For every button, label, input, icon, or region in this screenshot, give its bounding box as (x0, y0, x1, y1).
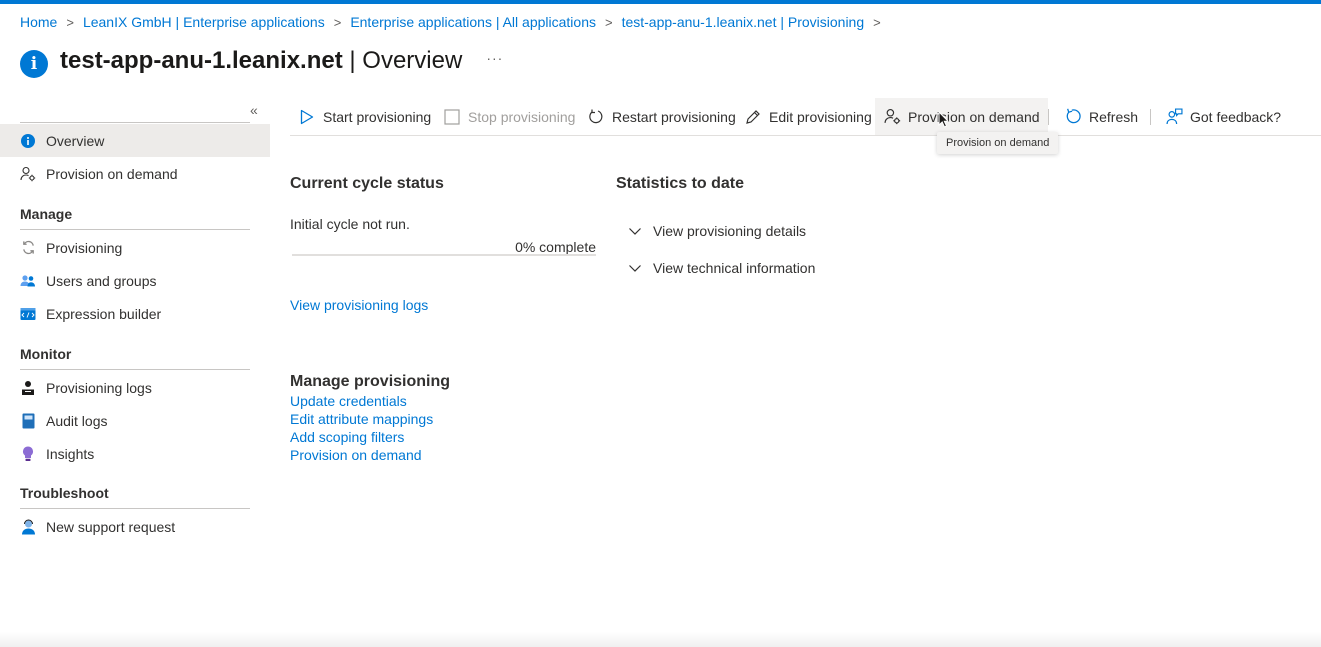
sidebar-item-audit-logs[interactable]: Audit logs (0, 404, 270, 437)
restart-provisioning-label: Restart provisioning (612, 108, 736, 125)
chevron-right-icon: > (604, 14, 613, 30)
feedback-button[interactable]: Got feedback? (1157, 98, 1289, 135)
sidebar-item-label: Insights (46, 445, 95, 462)
sidebar-group-manage: Manage (20, 206, 73, 222)
progress-percent-label: 0% complete (515, 239, 596, 255)
chevron-right-icon: > (873, 14, 881, 30)
view-technical-information-expander[interactable]: View technical information (628, 260, 815, 276)
stop-provisioning-button[interactable]: Stop provisioning (435, 98, 583, 135)
breadcrumb-provisioning[interactable]: test-app-anu-1.leanix.net | Provisioning (622, 14, 865, 30)
divider (20, 508, 250, 509)
view-provisioning-details-label: View provisioning details (653, 223, 807, 239)
sidebar-item-label: New support request (46, 518, 176, 535)
sidebar-item-new-support-request[interactable]: New support request (0, 510, 270, 543)
breadcrumb: Home > LeanIX GmbH | Enterprise applicat… (20, 14, 890, 30)
sidebar-item-label: Audit logs (46, 412, 108, 429)
book-icon (20, 413, 36, 429)
provision-on-demand-link[interactable]: Provision on demand (290, 447, 422, 463)
bottom-edge (0, 632, 1321, 647)
collapse-sidebar-icon[interactable]: « (250, 102, 258, 118)
edit-provisioning-button[interactable]: Edit provisioning (736, 98, 880, 135)
chevron-down-icon (629, 265, 641, 272)
chevron-right-icon: > (333, 14, 342, 30)
sidebar-item-users-and-groups[interactable]: Users and groups (0, 264, 270, 297)
restart-provisioning-button[interactable]: Restart provisioning (579, 98, 744, 135)
breadcrumb-home[interactable]: Home (20, 14, 57, 30)
refresh-icon (1064, 108, 1082, 126)
play-icon (298, 108, 316, 126)
sidebar-item-insights[interactable]: Insights (0, 437, 270, 470)
sidebar-item-expression-builder[interactable]: Expression builder (0, 297, 270, 330)
lightbulb-icon (20, 446, 36, 462)
add-scoping-filters-link[interactable]: Add scoping filters (290, 429, 404, 445)
feedback-label: Got feedback? (1190, 108, 1282, 125)
sidebar-item-label: Expression builder (46, 305, 162, 322)
view-provisioning-details-expander[interactable]: View provisioning details (628, 223, 806, 239)
restart-icon (587, 108, 605, 126)
person-gear-icon (20, 166, 36, 182)
page-header: i test-app-anu-1.leanix.net | Overview ·… (20, 44, 503, 78)
chevron-right-icon: > (66, 14, 74, 30)
toolbar-separator (1048, 109, 1049, 125)
edit-provisioning-label: Edit provisioning (769, 108, 872, 125)
person-gear-icon (883, 108, 901, 126)
sidebar-item-label: Users and groups (46, 272, 157, 289)
info-icon (20, 133, 36, 149)
breadcrumb-enterprise-apps-tenant[interactable]: LeanIX GmbH | Enterprise applications (83, 14, 325, 30)
sync-icon (20, 240, 36, 256)
chevron-down-icon (629, 228, 641, 235)
sidebar-group-monitor: Monitor (20, 346, 72, 362)
feedback-person-icon (1165, 108, 1183, 126)
provision-on-demand-label: Provision on demand (908, 108, 1040, 125)
command-bar: Start provisioning Stop provisioning Res… (290, 98, 1321, 136)
more-options-button[interactable]: ··· (486, 50, 503, 66)
sidebar-item-provisioning-logs[interactable]: Provisioning logs (0, 371, 270, 404)
sidebar-item-overview[interactable]: Overview (0, 124, 270, 157)
sidebar-item-label: Provision on demand (46, 165, 178, 182)
mouse-cursor-icon (938, 111, 950, 128)
page-title-app: test-app-anu-1.leanix.net (60, 47, 343, 74)
page-title-section: | Overview (342, 47, 463, 74)
statistics-to-date-heading: Statistics to date (616, 175, 745, 192)
provision-on-demand-button[interactable]: Provision on demand (875, 98, 1048, 135)
edit-attribute-mappings-link[interactable]: Edit attribute mappings (290, 411, 433, 427)
start-provisioning-label: Start provisioning (323, 108, 432, 125)
divider (20, 369, 250, 370)
info-icon: i (20, 50, 48, 78)
refresh-button[interactable]: Refresh (1056, 98, 1146, 135)
progress-bar (292, 254, 596, 256)
stop-provisioning-label: Stop provisioning (468, 108, 576, 125)
sidebar-item-label: Provisioning logs (46, 379, 152, 396)
code-icon (20, 306, 36, 322)
toolbar-separator (1150, 109, 1151, 125)
start-provisioning-button[interactable]: Start provisioning (290, 98, 439, 135)
stop-icon (443, 108, 461, 126)
sidebar-item-provision-on-demand[interactable]: Provision on demand (0, 157, 270, 190)
page-title: test-app-anu-1.leanix.net | Overview (60, 47, 462, 75)
divider (20, 229, 250, 230)
users-icon (20, 273, 36, 289)
sidebar-group-troubleshoot: Troubleshoot (20, 485, 109, 501)
view-technical-information-label: View technical information (653, 260, 816, 276)
refresh-label: Refresh (1089, 108, 1139, 125)
breadcrumb-all-applications[interactable]: Enterprise applications | All applicatio… (350, 14, 596, 30)
top-accent-bar (0, 0, 1321, 4)
view-provisioning-logs-link[interactable]: View provisioning logs (290, 297, 428, 313)
sidebar-item-provisioning[interactable]: Provisioning (0, 231, 270, 264)
divider (20, 122, 250, 123)
tooltip: Provision on demand (937, 132, 1059, 154)
person-log-icon (20, 380, 36, 396)
update-credentials-link[interactable]: Update credentials (290, 393, 407, 409)
manage-provisioning-heading: Manage provisioning (290, 373, 451, 390)
sidebar-item-label: Provisioning (46, 239, 123, 256)
sidebar-item-label: Overview (46, 132, 105, 149)
current-cycle-status-heading: Current cycle status (290, 175, 444, 192)
pencil-icon (744, 108, 762, 126)
cycle-status-text: Initial cycle not run. (290, 216, 410, 232)
support-person-icon (20, 519, 36, 535)
